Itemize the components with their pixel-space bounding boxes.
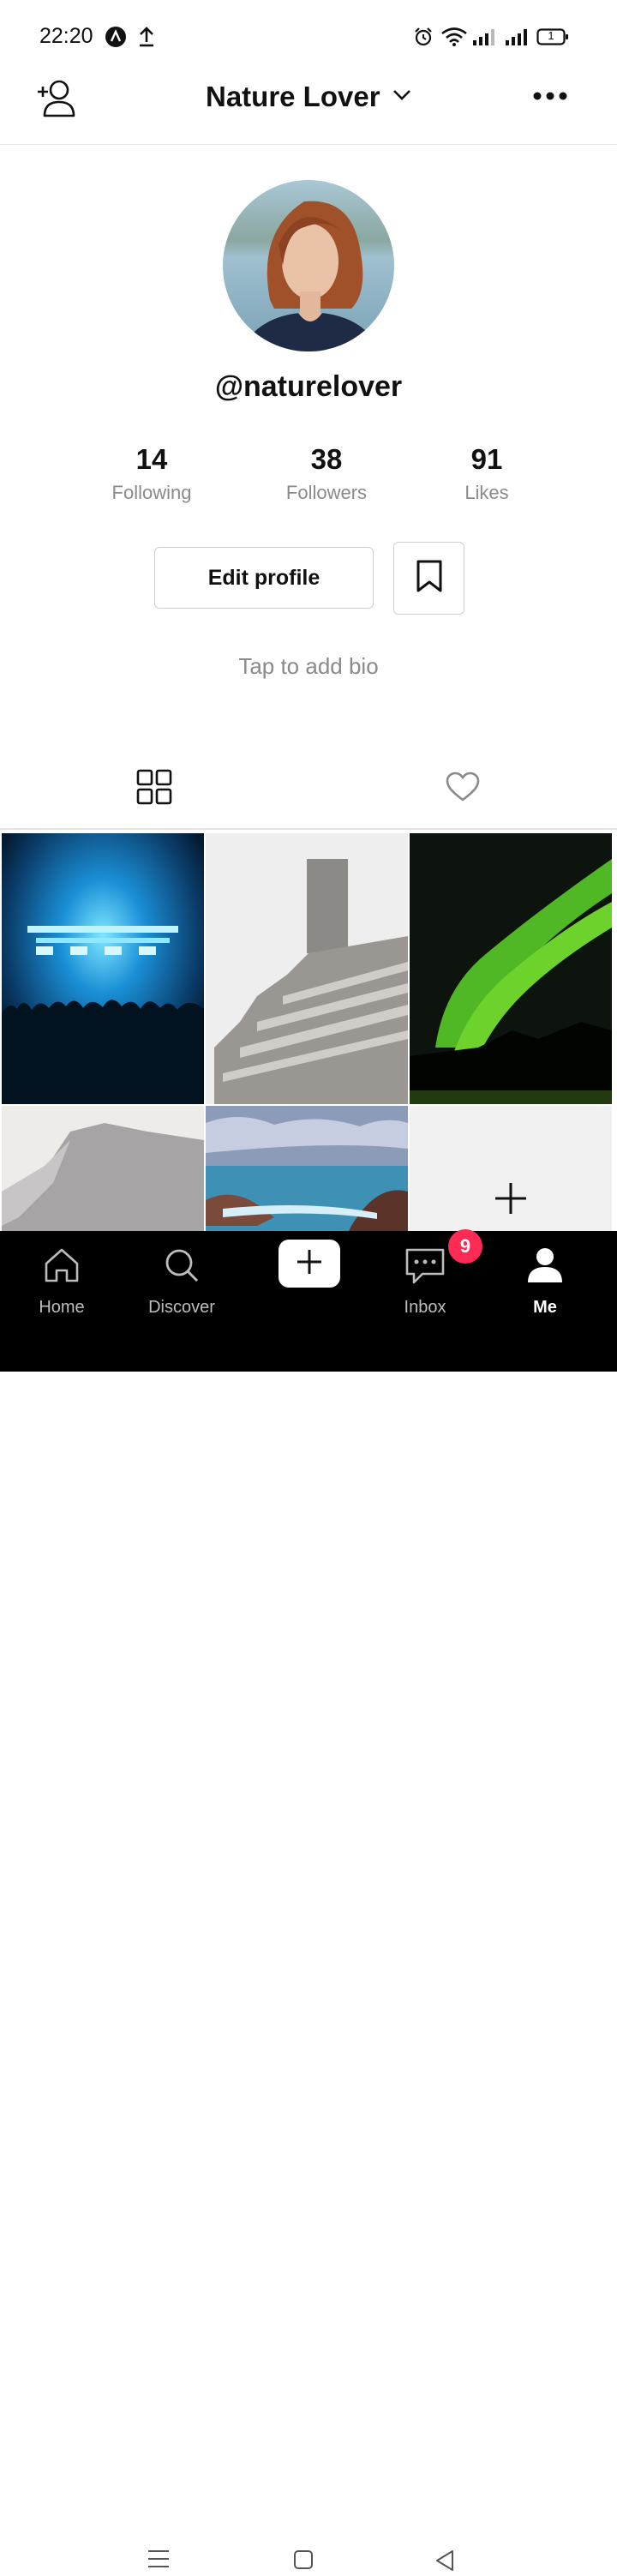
- nav-label: Inbox: [404, 1298, 446, 1317]
- bookmark-icon: [415, 559, 444, 597]
- signal-icon: [504, 27, 530, 51]
- avatar[interactable]: [223, 180, 394, 351]
- nav-label: Home: [39, 1298, 85, 1317]
- page-title[interactable]: Nature Lover: [206, 81, 380, 112]
- tab-videos[interactable]: [0, 749, 308, 828]
- tab-liked[interactable]: [308, 749, 617, 828]
- home-icon: [0, 1246, 123, 1284]
- nav-label: Discover: [148, 1298, 215, 1317]
- inbox-badge: 9: [448, 1229, 482, 1264]
- stat-label: Followers: [285, 482, 368, 503]
- nav-discover[interactable]: Discover: [120, 1231, 243, 1334]
- plus-icon: [494, 1181, 528, 1216]
- app-notification-icon: [105, 26, 127, 52]
- battery-level: 1: [548, 29, 554, 42]
- upload-icon: [137, 26, 156, 52]
- profile-header: Nature Lover: [0, 69, 617, 145]
- system-home-icon[interactable]: [293, 2549, 314, 2574]
- nav-me[interactable]: Me: [483, 1231, 607, 1334]
- plus-icon: [295, 1247, 324, 1281]
- person-icon: [483, 1246, 607, 1284]
- video-grid: [0, 832, 617, 1234]
- wifi-icon: [440, 27, 468, 51]
- stat-value: 14: [135, 443, 168, 475]
- grid-icon: [136, 769, 172, 809]
- signal-icon: [471, 27, 497, 51]
- bookmark-button[interactable]: [393, 542, 464, 615]
- alarm-icon: [413, 27, 434, 51]
- stat-followers[interactable]: 38 Followers: [241, 442, 412, 504]
- stat-value: 38: [310, 443, 343, 475]
- stat-value: 91: [470, 443, 503, 475]
- building-photo[interactable]: [206, 833, 408, 1104]
- content-tabs: [0, 749, 617, 830]
- add-video-tile[interactable]: [410, 1106, 612, 1234]
- stat-likes[interactable]: 91 Likes: [401, 442, 572, 504]
- chevron-down-icon[interactable]: [392, 89, 411, 105]
- mountain-photo[interactable]: [2, 1106, 204, 1234]
- status-bar: 22:20 1: [0, 0, 617, 69]
- create-button[interactable]: [279, 1240, 340, 1288]
- aurora-photo[interactable]: [410, 833, 612, 1104]
- stat-following[interactable]: 14 Following: [66, 442, 237, 504]
- stat-label: Following: [111, 482, 192, 503]
- more-options-icon[interactable]: [533, 89, 567, 107]
- edit-profile-button[interactable]: Edit profile: [154, 547, 374, 609]
- nav-home[interactable]: Home: [0, 1231, 123, 1334]
- system-menu-icon[interactable]: [147, 2549, 170, 2573]
- account-switcher[interactable]: Nature Lover: [0, 81, 617, 113]
- stat-label: Likes: [464, 482, 509, 503]
- sea-rocks-photo[interactable]: [206, 1106, 408, 1234]
- nav-label: Me: [533, 1298, 557, 1317]
- status-time: 22:20: [39, 24, 93, 48]
- heart-icon: [446, 772, 480, 807]
- system-back-icon[interactable]: [434, 2549, 456, 2576]
- search-icon: [120, 1246, 243, 1284]
- username: @naturelover: [214, 370, 403, 403]
- battery-icon: 1: [536, 27, 569, 51]
- bio-placeholder[interactable]: Tap to add bio: [0, 653, 617, 680]
- concert-photo[interactable]: [2, 833, 204, 1104]
